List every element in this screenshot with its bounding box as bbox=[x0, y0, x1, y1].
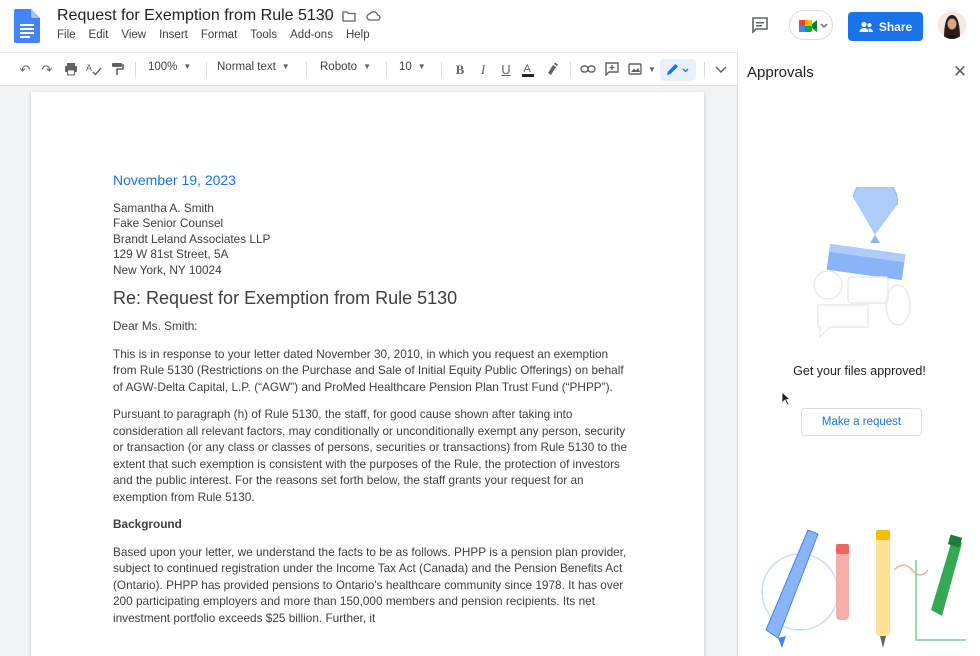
zoom-value: 100% bbox=[148, 61, 178, 73]
toolbar-divider bbox=[386, 62, 387, 78]
underline-icon[interactable]: U bbox=[498, 62, 514, 78]
pens-illustration bbox=[761, 530, 966, 648]
toolbar-divider bbox=[704, 62, 705, 78]
menu-edit[interactable]: Edit bbox=[89, 29, 109, 41]
print-icon[interactable] bbox=[63, 62, 79, 78]
panel-title: Approvals bbox=[747, 64, 814, 81]
menu-file[interactable]: File bbox=[57, 29, 76, 41]
chevron-down-icon: ▼ bbox=[363, 62, 372, 72]
share-button[interactable]: Share bbox=[848, 12, 923, 41]
meet-button[interactable] bbox=[789, 10, 833, 40]
star-icon[interactable]: ☆ bbox=[317, 9, 333, 25]
toolbar-divider bbox=[441, 62, 442, 78]
link-icon[interactable] bbox=[580, 62, 596, 78]
approvals-panel: Approvals ✕ Get your files approved! Mak… bbox=[737, 52, 980, 656]
make-request-button[interactable]: Make a request bbox=[801, 408, 922, 436]
paint-format-icon[interactable] bbox=[109, 62, 125, 78]
document-page[interactable]: November 19, 2023 Samantha A. Smith Fake… bbox=[31, 92, 704, 656]
svg-text:A: A bbox=[524, 63, 532, 75]
mouse-cursor-icon bbox=[781, 391, 791, 406]
menu-tools[interactable]: Tools bbox=[250, 29, 277, 41]
chevron-down-icon: ▼ bbox=[183, 62, 192, 72]
document-canvas[interactable]: November 19, 2023 Samantha A. Smith Fake… bbox=[0, 86, 737, 656]
pencil-icon bbox=[667, 64, 689, 75]
text-color-icon[interactable]: A bbox=[520, 62, 536, 78]
font-size-select[interactable]: 10 ▼ bbox=[399, 61, 426, 73]
paragraph-pursuant: Pursuant to paragraph (h) of Rule 5130, … bbox=[113, 407, 628, 504]
spellcheck-icon[interactable]: A bbox=[86, 62, 102, 78]
address-line: 129 W 81st Street, 5A bbox=[113, 247, 229, 261]
bold-icon[interactable]: B bbox=[452, 62, 468, 78]
chevron-down-icon: ▼ bbox=[281, 62, 290, 72]
people-icon bbox=[859, 21, 873, 32]
toolbar-divider bbox=[570, 62, 571, 78]
paragraph-background: Based upon your letter, we understand th… bbox=[113, 544, 627, 625]
menu-view[interactable]: View bbox=[121, 29, 146, 41]
comment-history-icon[interactable] bbox=[750, 15, 770, 35]
font-size-value: 10 bbox=[399, 61, 412, 73]
document-title[interactable]: Request for Exemption from Rule 5130 bbox=[57, 7, 334, 25]
google-meet-icon bbox=[799, 20, 828, 32]
font-select[interactable]: Roboto ▼ bbox=[320, 61, 371, 73]
italic-icon[interactable]: I bbox=[475, 62, 491, 78]
avatar[interactable] bbox=[938, 11, 966, 39]
toolbar-divider bbox=[135, 62, 136, 78]
address-line: Fake Senior Counsel bbox=[113, 216, 224, 230]
svg-text:A: A bbox=[86, 63, 92, 73]
title-actions: ☆ bbox=[317, 9, 381, 25]
font-value: Roboto bbox=[320, 61, 358, 73]
docs-app: Request for Exemption from Rule 5130 ☆ F… bbox=[0, 0, 980, 656]
style-value: Normal text bbox=[217, 61, 276, 73]
add-comment-icon[interactable] bbox=[604, 62, 620, 78]
zoom-select[interactable]: 100% ▼ bbox=[148, 61, 191, 73]
toolbar-divider bbox=[306, 62, 307, 78]
close-icon[interactable]: ✕ bbox=[952, 63, 968, 80]
address-block: Samantha A. Smith Fake Senior Counsel Br… bbox=[113, 201, 633, 279]
document-body[interactable]: November 19, 2023 Samantha A. Smith Fake… bbox=[113, 172, 633, 626]
share-label: Share bbox=[878, 19, 913, 34]
editing-mode-button[interactable] bbox=[660, 59, 696, 81]
paragraph-intro: This is in response to your letter dated… bbox=[113, 346, 624, 394]
chevron-down-icon[interactable]: ▼ bbox=[644, 62, 660, 78]
address-line: Brandt Leland Associates LLP bbox=[113, 231, 271, 246]
insert-image-icon[interactable] bbox=[627, 62, 643, 78]
redo-icon[interactable]: ↷ bbox=[39, 62, 55, 78]
user-avatar-icon bbox=[938, 11, 966, 39]
google-docs-icon[interactable] bbox=[14, 9, 40, 43]
paragraph-style-select[interactable]: Normal text ▼ bbox=[217, 61, 290, 73]
menu-format[interactable]: Format bbox=[201, 29, 237, 41]
section-heading-background: Background bbox=[113, 517, 182, 531]
cloud-status-icon[interactable] bbox=[365, 9, 381, 25]
undo-icon[interactable]: ↶ bbox=[17, 62, 33, 78]
toolbar-divider bbox=[206, 62, 207, 78]
menu-insert[interactable]: Insert bbox=[159, 29, 188, 41]
panel-message: Get your files approved! bbox=[793, 364, 926, 378]
address-line: Samantha A. Smith bbox=[113, 200, 214, 215]
menu-add-ons[interactable]: Add-ons bbox=[290, 29, 333, 41]
menu-bar: File Edit View Insert Format Tools Add-o… bbox=[57, 29, 383, 41]
chevron-down-icon: ▼ bbox=[417, 62, 426, 72]
collapse-toolbar-icon[interactable] bbox=[713, 62, 729, 78]
highlight-icon[interactable] bbox=[544, 62, 560, 78]
letter-date: November 19, 2023 bbox=[113, 172, 236, 188]
subject-heading: Re: Request for Exemption from Rule 5130 bbox=[113, 288, 458, 308]
address-line: New York, NY 10024 bbox=[113, 262, 222, 277]
salutation: Dear Ms. Smith: bbox=[113, 319, 198, 333]
approval-illustration bbox=[813, 187, 911, 339]
menu-help[interactable]: Help bbox=[346, 29, 370, 41]
header: Request for Exemption from Rule 5130 ☆ F… bbox=[0, 0, 980, 52]
move-folder-icon[interactable] bbox=[341, 9, 357, 25]
